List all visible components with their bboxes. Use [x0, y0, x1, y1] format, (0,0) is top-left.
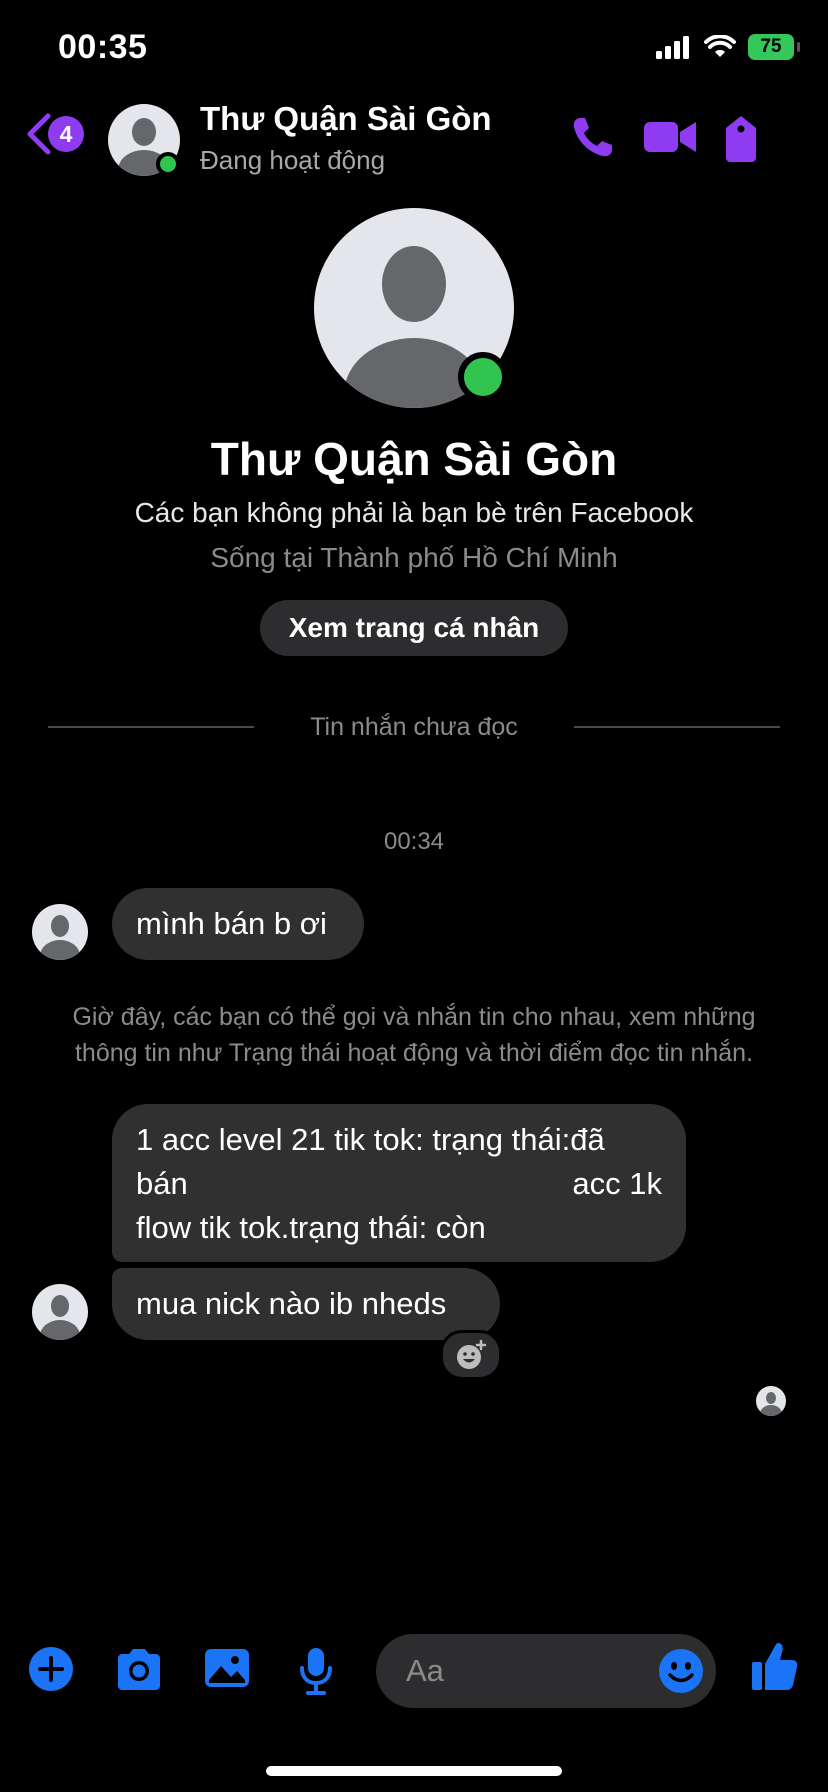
signal-icon: [656, 36, 689, 59]
contact-name[interactable]: Thư Quận Sài Gòn: [200, 100, 492, 138]
emoji-icon[interactable]: [658, 1648, 704, 1694]
add-reaction-button[interactable]: [440, 1330, 502, 1380]
message-bubble[interactable]: 1 acc level 21 tik tok: trạng thái:đã bá…: [112, 1104, 686, 1262]
unread-count-badge: 4: [48, 116, 84, 152]
microphone-icon[interactable]: [298, 1646, 334, 1696]
thumbs-up-icon[interactable]: [750, 1640, 800, 1692]
message-line: bán acc 1k: [136, 1162, 662, 1206]
location-text: Sống tại Thành phố Hồ Chí Minh: [210, 542, 618, 573]
status-time: 00:35: [58, 28, 148, 66]
default-avatar-icon: [40, 915, 80, 960]
battery-indicator: 75: [748, 34, 800, 60]
message-bubble[interactable]: mua nick nào ib nheds: [112, 1268, 500, 1340]
message-bubble[interactable]: mình bán b ơi: [112, 888, 364, 960]
message-line: 1 acc level 21 tik tok: trạng thái:đã: [136, 1122, 605, 1157]
back-button[interactable]: 4: [24, 112, 84, 156]
camera-icon[interactable]: [114, 1646, 164, 1692]
plus-icon[interactable]: [28, 1646, 74, 1692]
battery-level: 75: [760, 36, 782, 57]
profile-online-indicator: [458, 352, 508, 402]
status-icons: 75: [656, 34, 800, 60]
message-timestamp: 00:34: [383, 828, 445, 855]
default-avatar-icon: [40, 1295, 80, 1340]
system-notice: Giờ đây, các bạn có thể gọi và nhắn tin …: [30, 999, 798, 1071]
message-input[interactable]: Aa: [406, 1634, 444, 1708]
add-reaction-icon: [457, 1339, 487, 1369]
view-profile-button[interactable]: Xem trang cá nhân: [260, 600, 568, 656]
message-line-part: acc 1k: [572, 1166, 662, 1201]
message-text: mình bán b ơi: [136, 906, 327, 941]
tag-icon[interactable]: [720, 114, 762, 164]
message-line: flow tik tok.trạng thái: còn: [136, 1210, 486, 1245]
message-composer[interactable]: Aa: [376, 1634, 716, 1708]
seen-indicator-avatar: [756, 1386, 786, 1416]
system-notice-line: Giờ đây, các bạn có thể gọi và nhắn tin …: [72, 1003, 756, 1031]
sender-avatar[interactable]: [32, 1284, 88, 1340]
default-avatar-icon: [760, 1392, 782, 1416]
online-indicator: [156, 152, 180, 176]
message-text: mua nick nào ib nheds: [136, 1286, 447, 1321]
divider-right: [574, 726, 780, 728]
system-notice-line: thông tin như Trạng thái hoạt động và th…: [74, 1039, 754, 1067]
image-icon[interactable]: [204, 1646, 250, 1692]
profile-name: Thư Quận Sài Gòn: [210, 433, 618, 485]
activity-status: Đang hoạt động: [200, 145, 386, 175]
phone-icon[interactable]: [570, 114, 616, 160]
message-line-part: bán: [136, 1166, 188, 1201]
friend-status-text: Các bạn không phải là bạn bè trên Facebo…: [134, 497, 694, 528]
home-indicator[interactable]: [266, 1766, 562, 1776]
video-camera-icon[interactable]: [644, 122, 696, 152]
sender-avatar[interactable]: [32, 904, 88, 960]
wifi-icon: [704, 35, 736, 57]
